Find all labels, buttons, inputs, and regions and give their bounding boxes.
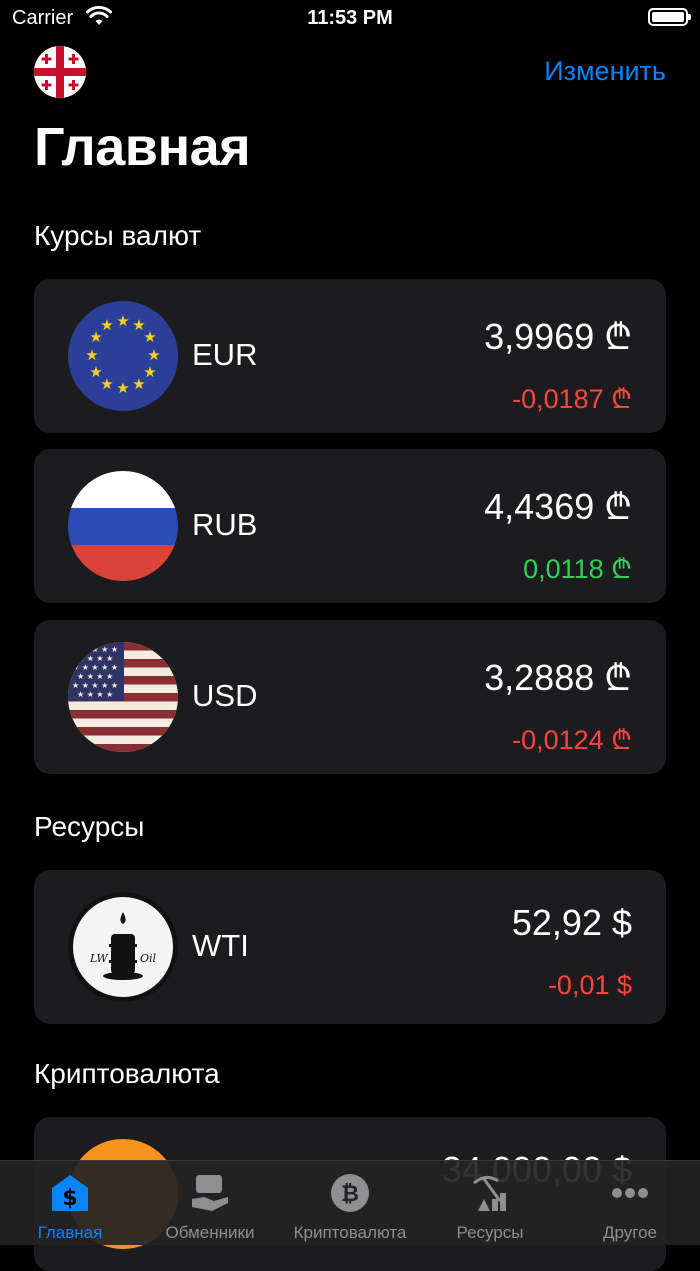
svg-text:★ ★ ★ ★ ★: ★ ★ ★ ★ ★ — [72, 663, 118, 672]
svg-text:★: ★ — [100, 316, 113, 334]
svg-text:★: ★ — [116, 379, 129, 397]
pickaxe-icon — [473, 1176, 506, 1211]
exchange-hand-icon — [192, 1175, 228, 1211]
currency-change: 0,0118 ₾ — [523, 554, 632, 584]
navigation-bar: Изменить — [0, 40, 700, 100]
edit-button[interactable]: Изменить — [544, 56, 666, 87]
clock: 11:53 PM — [307, 7, 393, 29]
currency-card-rub[interactable]: RUB 4,4369 ₾ 0,0118 ₾ — [34, 449, 666, 603]
svg-text:LW: LW — [89, 952, 109, 965]
tab-label: Главная — [37, 1223, 103, 1242]
section-header-currencies: Курсы валют — [34, 220, 202, 251]
tab-other[interactable]: Другое — [560, 1161, 700, 1245]
battery-icon — [648, 8, 691, 26]
tab-label: Криптовалюта — [293, 1223, 407, 1242]
usa-flag-icon: ★ ★ ★ ★ ★ ★ ★ ★ ★ ★ ★ ★ ★ ★ ★ ★ ★ ★ ★ ★ ★ … — [68, 642, 178, 752]
dollar-house-icon: $ — [52, 1175, 88, 1211]
svg-text:★ ★ ★ ★: ★ ★ ★ ★ — [77, 690, 113, 699]
status-bar: Carrier 11:53 PM — [0, 0, 700, 36]
tab-home[interactable]: $ Главная — [0, 1161, 140, 1245]
page-title: Главная — [34, 117, 251, 177]
svg-text:★: ★ — [85, 346, 98, 364]
tab-bar: $ Главная Обменники ₿ Криптовалюта Ресур… — [0, 1160, 700, 1245]
currency-card-eur[interactable]: ★ ★ ★ ★ ★ ★ ★ ★ ★ ★ ★ ★ EUR 3,9969 ₾ -0,0187 ₾ — [34, 279, 666, 433]
resource-change: -0,01 $ — [547, 970, 632, 1000]
bitcoin-icon: ₿ — [331, 1174, 369, 1212]
currency-rate: 4,4369 ₾ — [484, 486, 632, 527]
svg-text:★ ★ ★ ★: ★ ★ ★ ★ — [77, 654, 113, 663]
svg-text:★ ★ ★ ★ ★: ★ ★ ★ ★ ★ — [72, 681, 118, 690]
more-dots-icon — [612, 1188, 648, 1198]
resource-price: 52,92 $ — [511, 902, 632, 943]
resource-code: WTI — [192, 928, 249, 963]
svg-text:$: $ — [62, 1186, 77, 1211]
svg-text:★: ★ — [132, 375, 145, 393]
russia-flag-icon — [68, 471, 178, 581]
georgia-flag-icon[interactable] — [34, 46, 86, 98]
currency-card-usd[interactable]: ★ ★ ★ ★ ★ ★ ★ ★ ★ ★ ★ ★ ★ ★ ★ ★ ★ ★ ★ ★ ★ … — [34, 620, 666, 774]
currency-code: USD — [192, 678, 258, 713]
section-header-resources: Ресурсы — [34, 811, 145, 842]
currency-rate: 3,2888 ₾ — [484, 657, 632, 698]
svg-text:★ ★ ★ ★ ★: ★ ★ ★ ★ ★ — [72, 645, 118, 654]
eu-flag-icon: ★ ★ ★ ★ ★ ★ ★ ★ ★ ★ ★ ★ — [68, 301, 178, 411]
resource-card-wti[interactable]: LW Oil WTI 52,92 $ -0,01 $ — [34, 870, 666, 1024]
oil-barrel-icon: LW Oil — [68, 892, 178, 1002]
svg-text:★ ★ ★ ★: ★ ★ ★ ★ — [77, 672, 113, 681]
currency-change: -0,0124 ₾ — [512, 725, 632, 755]
tab-label: Обменники — [165, 1223, 255, 1242]
tab-exchangers[interactable]: Обменники — [140, 1161, 280, 1245]
currency-code: RUB — [192, 507, 258, 542]
svg-text:★: ★ — [143, 328, 156, 346]
tab-label: Ресурсы — [456, 1223, 524, 1242]
svg-text:₿: ₿ — [341, 1182, 359, 1207]
currency-code: EUR — [192, 337, 258, 372]
svg-text:★: ★ — [116, 312, 129, 330]
tab-crypto[interactable]: ₿ Криптовалюта — [280, 1161, 420, 1245]
currency-rate: 3,9969 ₾ — [484, 316, 632, 357]
section-header-crypto: Криптовалюта — [34, 1058, 220, 1089]
svg-text:★: ★ — [89, 363, 102, 381]
tab-resources[interactable]: Ресурсы — [420, 1161, 560, 1245]
currency-change: -0,0187 ₾ — [512, 384, 632, 414]
svg-text:★: ★ — [147, 346, 160, 364]
svg-text:Oil: Oil — [140, 952, 157, 965]
tab-label: Другое — [602, 1223, 657, 1242]
